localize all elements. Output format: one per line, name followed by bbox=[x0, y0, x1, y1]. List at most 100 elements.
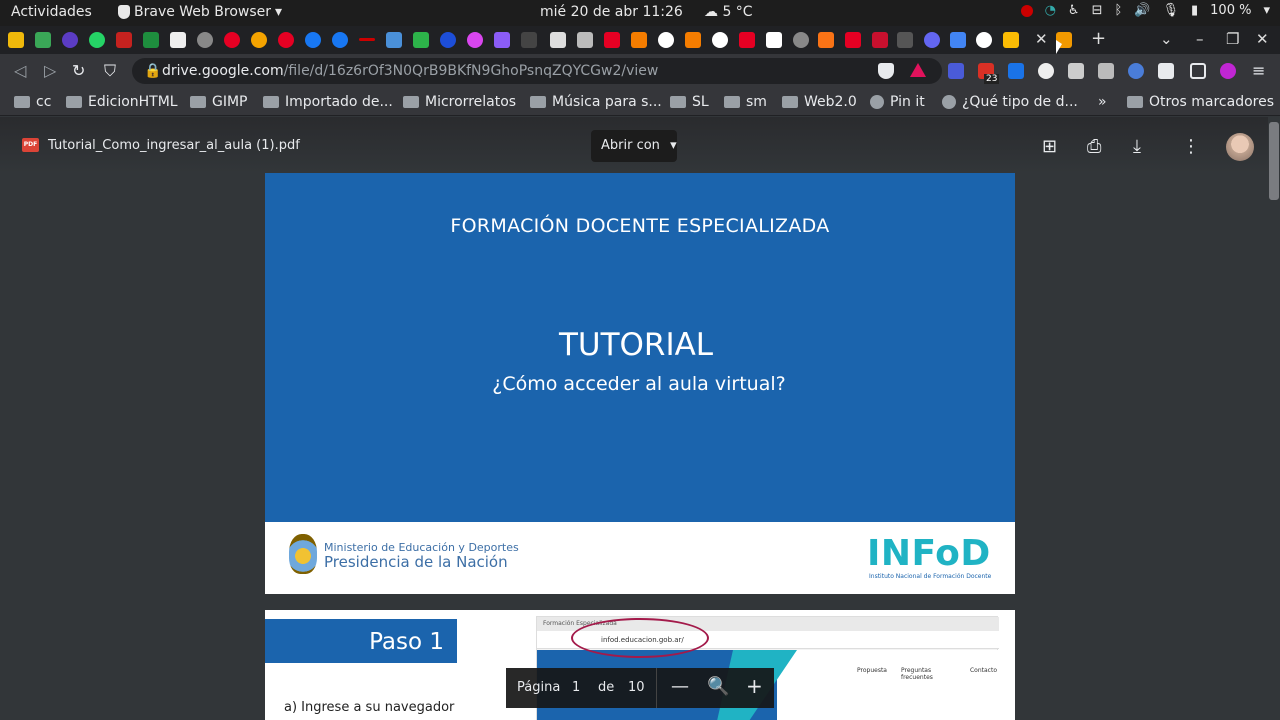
tab-favicon-app-icon[interactable] bbox=[604, 32, 620, 48]
activities-button[interactable]: Actividades bbox=[11, 4, 92, 20]
tab-favicon-google-icon[interactable] bbox=[658, 32, 674, 48]
tab-favicon-app-icon[interactable] bbox=[897, 32, 913, 48]
tab-favicon-app-icon[interactable] bbox=[359, 38, 375, 41]
tab-favicon-app-icon[interactable] bbox=[818, 32, 834, 48]
zoom-in-icon[interactable]: + bbox=[746, 674, 763, 698]
more-options-icon[interactable]: ⋮ bbox=[1182, 136, 1200, 157]
bookmark-folder[interactable]: Música para s... bbox=[530, 94, 662, 110]
puzzle-icon[interactable] bbox=[1158, 63, 1174, 79]
tab-favicon-web-icon[interactable] bbox=[793, 32, 809, 48]
scrollbar-thumb[interactable] bbox=[1269, 122, 1279, 200]
bookmark-folder[interactable]: Importado de... bbox=[263, 94, 393, 110]
tab-favicon-google-icon[interactable] bbox=[976, 32, 992, 48]
extension-icon[interactable] bbox=[1068, 63, 1084, 79]
bookmark-folder[interactable]: cc bbox=[14, 94, 51, 110]
extension-icon[interactable] bbox=[948, 63, 964, 79]
battery-level: 100 % bbox=[1210, 3, 1252, 18]
tab-favicon-binance-icon[interactable] bbox=[8, 32, 24, 48]
extension-icon[interactable] bbox=[1128, 63, 1144, 79]
tab-close-icon[interactable]: ✕ bbox=[1035, 30, 1048, 48]
tab-strip[interactable]: ✕ + ⌄ – ❐ ✕ bbox=[0, 26, 1280, 54]
wallet-icon[interactable] bbox=[1190, 63, 1206, 79]
tab-favicon-drive-icon[interactable] bbox=[950, 32, 966, 48]
tab-favicon-audio-icon[interactable] bbox=[494, 32, 510, 48]
tab-favicon-pinterest-icon[interactable] bbox=[224, 32, 240, 48]
tab-search-icon[interactable]: ⌄ bbox=[1160, 30, 1173, 48]
page-total: 10 bbox=[628, 680, 645, 695]
brave-rewards-icon[interactable] bbox=[910, 63, 926, 77]
bookmark-folder[interactable]: GIMP bbox=[190, 94, 248, 110]
tab-favicon-check-icon[interactable] bbox=[386, 32, 402, 48]
zoom-icon[interactable]: 🔍 bbox=[707, 676, 729, 697]
extension-icon[interactable] bbox=[1098, 63, 1114, 79]
bookmark-folder[interactable]: Web2.0 bbox=[782, 94, 857, 110]
system-tray[interactable]: ◔ ♿ ⊟ ᛒ 🔊 🎙 ▮ 100 % ▾ bbox=[1020, 3, 1270, 18]
download-icon[interactable]: ⤓ bbox=[1133, 136, 1141, 157]
bookmark-icon[interactable]: ⛉ bbox=[104, 61, 116, 81]
tab-favicon-app-icon[interactable] bbox=[467, 32, 483, 48]
back-icon[interactable]: ◁ bbox=[14, 61, 26, 80]
tab-favicon-a-icon[interactable] bbox=[766, 32, 782, 48]
tab-favicon-app-icon[interactable] bbox=[143, 32, 159, 48]
tab-favicon-app-icon[interactable] bbox=[440, 32, 456, 48]
app-menu[interactable]: Brave Web Browser ▾ bbox=[118, 4, 282, 20]
extension-s-icon[interactable] bbox=[1008, 63, 1024, 79]
tab-favicon-audio-icon[interactable] bbox=[521, 32, 537, 48]
zoom-out-icon[interactable]: — bbox=[671, 676, 689, 697]
avatar[interactable] bbox=[1226, 133, 1254, 161]
page-current[interactable]: 1 bbox=[572, 680, 580, 695]
tab-favicon-app-icon[interactable] bbox=[550, 32, 566, 48]
tab-favicon-app-icon[interactable] bbox=[845, 32, 861, 48]
tab-favicon-drive-icon[interactable] bbox=[1003, 32, 1019, 48]
new-tab-button[interactable]: + bbox=[1091, 28, 1106, 49]
open-with-button[interactable]: Abrir con ▾ bbox=[591, 130, 677, 162]
tab-favicon-app-icon[interactable] bbox=[739, 32, 755, 48]
bookmark-link[interactable]: Pin it bbox=[870, 94, 925, 110]
tab-favicon-app-icon[interactable] bbox=[170, 32, 186, 48]
forward-icon[interactable]: ▷ bbox=[44, 61, 56, 80]
bookmark-label: Otros marcadores bbox=[1149, 94, 1275, 110]
window-close-icon[interactable]: ✕ bbox=[1256, 30, 1269, 48]
tab-favicon-facebook-icon[interactable] bbox=[305, 32, 321, 48]
reload-icon[interactable]: ↻ bbox=[72, 61, 85, 80]
tab-favicon-gmail-icon[interactable] bbox=[116, 32, 132, 48]
bookmark-folder[interactable]: Microrrelatos bbox=[403, 94, 516, 110]
bookmarks-overflow-icon[interactable]: » bbox=[1098, 94, 1107, 110]
maximize-icon[interactable]: ❐ bbox=[1226, 30, 1239, 48]
profile-icon[interactable] bbox=[1220, 63, 1236, 79]
bookmark-folder[interactable]: EdicionHTML bbox=[66, 94, 178, 110]
clock[interactable]: mié 20 de abr 11:26 bbox=[540, 4, 683, 20]
tab-favicon-app-icon[interactable] bbox=[251, 32, 267, 48]
slide-title: TUTORIAL bbox=[558, 327, 714, 363]
print-icon[interactable]: ⎙ bbox=[1087, 136, 1101, 157]
brave-shield-icon[interactable] bbox=[878, 63, 894, 79]
tab-favicon-app-icon[interactable] bbox=[872, 32, 888, 48]
add-comment-icon[interactable]: ⊞ bbox=[1042, 136, 1057, 157]
tab-favicon-google-icon[interactable] bbox=[712, 32, 728, 48]
bookmark-folder[interactable]: SL bbox=[670, 94, 709, 110]
tab-favicon-pinterest-icon[interactable] bbox=[278, 32, 294, 48]
scrollbar[interactable] bbox=[1268, 117, 1280, 720]
tab-favicon-web-icon[interactable] bbox=[197, 32, 213, 48]
tab-favicon-whatsapp-icon[interactable] bbox=[89, 32, 105, 48]
extension-icon[interactable] bbox=[1038, 63, 1054, 79]
minimize-icon[interactable]: – bbox=[1196, 30, 1204, 48]
tab-favicon-app-icon[interactable] bbox=[924, 32, 940, 48]
bookmark-folder[interactable]: sm bbox=[724, 94, 767, 110]
tab-favicon-blogger-icon[interactable] bbox=[685, 32, 701, 48]
weather-indicator[interactable]: ☁ 5 °C bbox=[704, 4, 753, 20]
tab-favicon-blogger-icon[interactable] bbox=[631, 32, 647, 48]
tab-favicon-px-icon[interactable] bbox=[413, 32, 429, 48]
tab-favicon-facebook-icon[interactable] bbox=[332, 32, 348, 48]
bookmark-label: EdicionHTML bbox=[88, 94, 178, 110]
folder-icon bbox=[1127, 96, 1143, 108]
bookmark-folder[interactable]: Otros marcadores bbox=[1127, 94, 1274, 110]
tab-favicon-app-icon[interactable] bbox=[577, 32, 593, 48]
menu-icon[interactable]: ≡ bbox=[1252, 61, 1265, 80]
pdf-file-icon: PDF bbox=[22, 138, 39, 152]
bookmark-link[interactable]: ¿Qué tipo de d... bbox=[942, 94, 1078, 110]
folder-icon bbox=[724, 96, 740, 108]
tab-favicon-c-icon[interactable] bbox=[62, 32, 78, 48]
tab-favicon-maps-icon[interactable] bbox=[35, 32, 51, 48]
address-bar[interactable]: 🔒 drive.google.com/file/d/16z6rOf3N0QrB9… bbox=[132, 58, 942, 84]
